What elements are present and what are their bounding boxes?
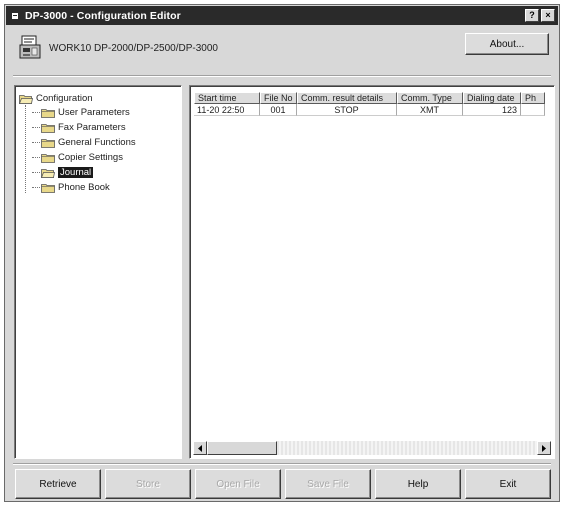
tree-branch: [32, 127, 40, 128]
open-folder-icon: [19, 94, 33, 104]
open-file-button[interactable]: Open File: [195, 469, 281, 499]
column-header-start-time[interactable]: Start time: [194, 92, 260, 104]
footer-divider: [13, 463, 551, 465]
folder-icon: [41, 108, 55, 118]
cell-start-time[interactable]: 11-20 22:50: [194, 104, 260, 116]
about-button[interactable]: About...: [465, 33, 549, 55]
column-header-dialing-date[interactable]: Dialing date: [463, 92, 521, 104]
tree-root-label: Configuration: [36, 93, 93, 104]
tree-branch: [32, 187, 40, 188]
device-label: WORK10 DP-2000/DP-2500/DP-3000: [49, 43, 218, 54]
fax-machine-icon: [19, 35, 41, 59]
action-button-bar: Retrieve Store Open File Save File Help …: [15, 469, 551, 499]
config-editor-window: DP-3000 - Configuration Editor ? × WORK1…: [4, 4, 560, 502]
tree-item-general-functions[interactable]: General Functions: [32, 136, 136, 149]
tree-item-user-parameters[interactable]: User Parameters: [32, 106, 130, 119]
folder-icon: [41, 138, 55, 148]
cell-comm-type[interactable]: XMT: [397, 104, 463, 116]
scrollbar-track[interactable]: [277, 441, 537, 455]
exit-button[interactable]: Exit: [465, 469, 551, 499]
scroll-right-icon[interactable]: [537, 441, 551, 455]
table-row[interactable]: 11-20 22:50 001 STOP XMT 123: [194, 104, 554, 116]
tree-item-label: Fax Parameters: [58, 122, 126, 133]
store-button[interactable]: Store: [105, 469, 191, 499]
configuration-tree[interactable]: Configuration User Parameters Fax Parame…: [14, 85, 182, 459]
column-header-comm-result[interactable]: Comm. result details: [297, 92, 397, 104]
folder-icon: [41, 183, 55, 193]
title-bar[interactable]: DP-3000 - Configuration Editor ? ×: [6, 6, 558, 25]
tree-branch: [32, 157, 40, 158]
header-divider: [13, 75, 551, 77]
scrollbar-thumb[interactable]: [207, 441, 277, 455]
tree-item-journal[interactable]: Journal: [32, 166, 94, 179]
tree-item-phone-book[interactable]: Phone Book: [32, 181, 110, 194]
cell-file-no[interactable]: 001: [260, 104, 297, 116]
tree-item-copier-settings[interactable]: Copier Settings: [32, 151, 123, 164]
tree-root-configuration[interactable]: Configuration: [19, 92, 93, 105]
tree-item-label: Phone Book: [58, 182, 110, 193]
column-header-file-no[interactable]: File No: [260, 92, 297, 104]
retrieve-button[interactable]: Retrieve: [15, 469, 101, 499]
tree-item-label: Copier Settings: [58, 152, 123, 163]
open-folder-icon: [41, 168, 55, 178]
tree-item-fax-parameters[interactable]: Fax Parameters: [32, 121, 126, 134]
tree-branch: [32, 172, 40, 173]
tree-item-label-selected: Journal: [58, 167, 94, 178]
app-menu-icon[interactable]: [10, 11, 20, 21]
scroll-left-icon[interactable]: [193, 441, 207, 455]
column-header-phone[interactable]: Ph: [521, 92, 545, 104]
save-file-button[interactable]: Save File: [285, 469, 371, 499]
folder-icon: [41, 153, 55, 163]
journal-grid[interactable]: Start time File No Comm. result details …: [189, 85, 555, 459]
cell-phone[interactable]: [521, 104, 545, 116]
tree-item-label: User Parameters: [58, 107, 130, 118]
help-icon[interactable]: ?: [525, 9, 539, 22]
tree-branch: [32, 142, 40, 143]
column-header-comm-type[interactable]: Comm. Type: [397, 92, 463, 104]
tree-item-label: General Functions: [58, 137, 136, 148]
device-header: WORK10 DP-2000/DP-2500/DP-3000 About...: [15, 31, 549, 65]
tree-branch: [32, 112, 40, 113]
folder-icon: [41, 123, 55, 133]
grid-header-row: Start time File No Comm. result details …: [194, 92, 554, 104]
tree-connector: [25, 105, 26, 193]
help-button[interactable]: Help: [375, 469, 461, 499]
cell-dialing-date[interactable]: 123: [463, 104, 521, 116]
cell-comm-result[interactable]: STOP: [297, 104, 397, 116]
close-icon[interactable]: ×: [541, 9, 555, 22]
window-title: DP-3000 - Configuration Editor: [25, 9, 181, 22]
horizontal-scrollbar[interactable]: [193, 441, 551, 455]
